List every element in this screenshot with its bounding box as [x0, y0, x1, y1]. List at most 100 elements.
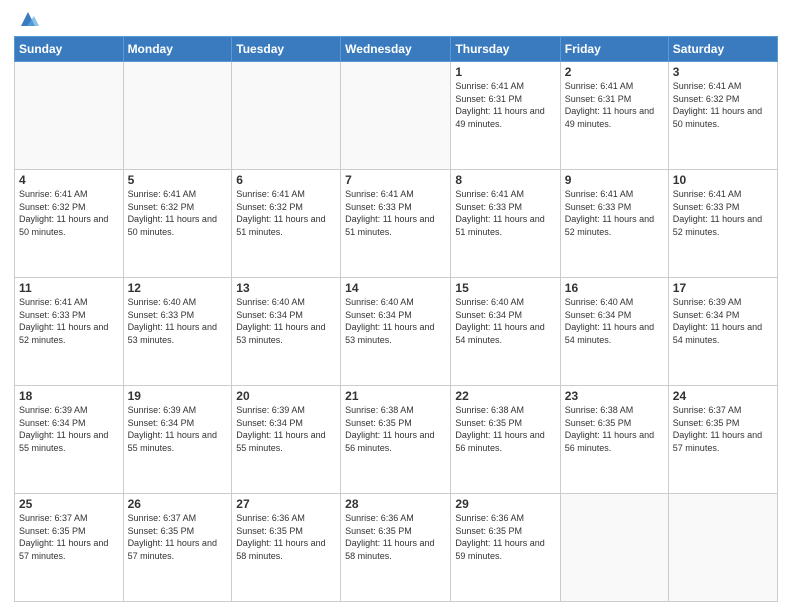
calendar-cell — [15, 62, 124, 170]
day-info: Sunrise: 6:36 AM Sunset: 6:35 PM Dayligh… — [455, 512, 555, 562]
calendar-cell — [560, 494, 668, 602]
weekday-tuesday: Tuesday — [232, 37, 341, 62]
day-info: Sunrise: 6:41 AM Sunset: 6:33 PM Dayligh… — [673, 188, 773, 238]
calendar-cell: 1Sunrise: 6:41 AM Sunset: 6:31 PM Daylig… — [451, 62, 560, 170]
day-number: 26 — [128, 497, 228, 511]
day-number: 9 — [565, 173, 664, 187]
day-info: Sunrise: 6:41 AM Sunset: 6:33 PM Dayligh… — [455, 188, 555, 238]
calendar-cell: 2Sunrise: 6:41 AM Sunset: 6:31 PM Daylig… — [560, 62, 668, 170]
calendar-cell: 7Sunrise: 6:41 AM Sunset: 6:33 PM Daylig… — [341, 170, 451, 278]
day-info: Sunrise: 6:37 AM Sunset: 6:35 PM Dayligh… — [19, 512, 119, 562]
calendar-cell: 3Sunrise: 6:41 AM Sunset: 6:32 PM Daylig… — [668, 62, 777, 170]
weekday-thursday: Thursday — [451, 37, 560, 62]
day-number: 24 — [673, 389, 773, 403]
weekday-wednesday: Wednesday — [341, 37, 451, 62]
weekday-monday: Monday — [123, 37, 232, 62]
calendar-cell: 11Sunrise: 6:41 AM Sunset: 6:33 PM Dayli… — [15, 278, 124, 386]
week-row-5: 25Sunrise: 6:37 AM Sunset: 6:35 PM Dayli… — [15, 494, 778, 602]
calendar-cell: 24Sunrise: 6:37 AM Sunset: 6:35 PM Dayli… — [668, 386, 777, 494]
day-info: Sunrise: 6:38 AM Sunset: 6:35 PM Dayligh… — [345, 404, 446, 454]
calendar-cell: 27Sunrise: 6:36 AM Sunset: 6:35 PM Dayli… — [232, 494, 341, 602]
day-info: Sunrise: 6:41 AM Sunset: 6:33 PM Dayligh… — [19, 296, 119, 346]
day-info: Sunrise: 6:41 AM Sunset: 6:32 PM Dayligh… — [236, 188, 336, 238]
calendar-cell: 5Sunrise: 6:41 AM Sunset: 6:32 PM Daylig… — [123, 170, 232, 278]
day-number: 12 — [128, 281, 228, 295]
day-number: 3 — [673, 65, 773, 79]
day-info: Sunrise: 6:37 AM Sunset: 6:35 PM Dayligh… — [673, 404, 773, 454]
logo — [14, 10, 39, 30]
calendar-cell: 10Sunrise: 6:41 AM Sunset: 6:33 PM Dayli… — [668, 170, 777, 278]
day-info: Sunrise: 6:41 AM Sunset: 6:31 PM Dayligh… — [455, 80, 555, 130]
week-row-2: 4 Sunrise: 6:41 AM Sunset: 6:32 PM Daylig… — [15, 170, 778, 278]
calendar-cell: 17Sunrise: 6:39 AM Sunset: 6:34 PM Dayli… — [668, 278, 777, 386]
calendar-cell: 6Sunrise: 6:41 AM Sunset: 6:32 PM Daylig… — [232, 170, 341, 278]
weekday-header-row: SundayMondayTuesdayWednesdayThursdayFrid… — [15, 37, 778, 62]
calendar-cell: 18Sunrise: 6:39 AM Sunset: 6:34 PM Dayli… — [15, 386, 124, 494]
day-info: Sunrise: 6:41 AM Sunset: 6:32 PM Dayligh… — [128, 188, 228, 238]
day-info: Sunrise: 6:39 AM Sunset: 6:34 PM Dayligh… — [673, 296, 773, 346]
day-number: 7 — [345, 173, 446, 187]
day-number: 23 — [565, 389, 664, 403]
weekday-sunday: Sunday — [15, 37, 124, 62]
day-number: 25 — [19, 497, 119, 511]
page: SundayMondayTuesdayWednesdayThursdayFrid… — [0, 0, 792, 612]
day-info: Sunrise: 6:36 AM Sunset: 6:35 PM Dayligh… — [345, 512, 446, 562]
day-number: 20 — [236, 389, 336, 403]
calendar-cell: 13Sunrise: 6:40 AM Sunset: 6:34 PM Dayli… — [232, 278, 341, 386]
day-number: 18 — [19, 389, 119, 403]
day-number: 13 — [236, 281, 336, 295]
day-number: 16 — [565, 281, 664, 295]
calendar-cell — [341, 62, 451, 170]
day-number: 6 — [236, 173, 336, 187]
calendar-cell: 9Sunrise: 6:41 AM Sunset: 6:33 PM Daylig… — [560, 170, 668, 278]
calendar-cell: 19Sunrise: 6:39 AM Sunset: 6:34 PM Dayli… — [123, 386, 232, 494]
day-number: 8 — [455, 173, 555, 187]
day-number: 21 — [345, 389, 446, 403]
calendar-cell — [232, 62, 341, 170]
week-row-1: 1Sunrise: 6:41 AM Sunset: 6:31 PM Daylig… — [15, 62, 778, 170]
calendar-cell: 21Sunrise: 6:38 AM Sunset: 6:35 PM Dayli… — [341, 386, 451, 494]
day-number: 27 — [236, 497, 336, 511]
logo-icon — [17, 8, 39, 30]
day-number: 15 — [455, 281, 555, 295]
day-info: Sunrise: 6:40 AM Sunset: 6:34 PM Dayligh… — [565, 296, 664, 346]
day-number: 4 — [19, 173, 119, 187]
calendar-cell: 25Sunrise: 6:37 AM Sunset: 6:35 PM Dayli… — [15, 494, 124, 602]
calendar: SundayMondayTuesdayWednesdayThursdayFrid… — [14, 36, 778, 602]
day-info: Sunrise: 6:41 AM Sunset: 6:33 PM Dayligh… — [345, 188, 446, 238]
day-number: 1 — [455, 65, 555, 79]
day-info: Sunrise: 6:39 AM Sunset: 6:34 PM Dayligh… — [236, 404, 336, 454]
calendar-cell: 20Sunrise: 6:39 AM Sunset: 6:34 PM Dayli… — [232, 386, 341, 494]
day-info: Sunrise: 6:40 AM Sunset: 6:33 PM Dayligh… — [128, 296, 228, 346]
day-number: 28 — [345, 497, 446, 511]
calendar-cell: 28Sunrise: 6:36 AM Sunset: 6:35 PM Dayli… — [341, 494, 451, 602]
day-info: Sunrise: 6:39 AM Sunset: 6:34 PM Dayligh… — [19, 404, 119, 454]
calendar-cell: 15Sunrise: 6:40 AM Sunset: 6:34 PM Dayli… — [451, 278, 560, 386]
header — [14, 10, 778, 30]
day-number: 10 — [673, 173, 773, 187]
day-number: 19 — [128, 389, 228, 403]
day-number: 5 — [128, 173, 228, 187]
calendar-cell: 14Sunrise: 6:40 AM Sunset: 6:34 PM Dayli… — [341, 278, 451, 386]
day-info: Sunrise: 6:41 AM Sunset: 6:31 PM Dayligh… — [565, 80, 664, 130]
day-number: 2 — [565, 65, 664, 79]
day-info: Sunrise: 6:37 AM Sunset: 6:35 PM Dayligh… — [128, 512, 228, 562]
calendar-cell — [668, 494, 777, 602]
day-number: 29 — [455, 497, 555, 511]
day-info: Sunrise: 6:38 AM Sunset: 6:35 PM Dayligh… — [565, 404, 664, 454]
calendar-cell: 12Sunrise: 6:40 AM Sunset: 6:33 PM Dayli… — [123, 278, 232, 386]
day-info: Sunrise: 6:36 AM Sunset: 6:35 PM Dayligh… — [236, 512, 336, 562]
day-info: Sunrise: 6:41 AM Sunset: 6:33 PM Dayligh… — [565, 188, 664, 238]
day-info: Sunrise: 6:38 AM Sunset: 6:35 PM Dayligh… — [455, 404, 555, 454]
day-info: Sunrise: 6:41 AM Sunset: 6:32 PM Dayligh… — [673, 80, 773, 130]
day-info: Sunrise: 6:39 AM Sunset: 6:34 PM Dayligh… — [128, 404, 228, 454]
weekday-saturday: Saturday — [668, 37, 777, 62]
calendar-cell — [123, 62, 232, 170]
day-number: 22 — [455, 389, 555, 403]
calendar-cell: 8Sunrise: 6:41 AM Sunset: 6:33 PM Daylig… — [451, 170, 560, 278]
calendar-cell: 16Sunrise: 6:40 AM Sunset: 6:34 PM Dayli… — [560, 278, 668, 386]
day-info: Sunrise: 6:40 AM Sunset: 6:34 PM Dayligh… — [455, 296, 555, 346]
day-info: Sunrise: 6:40 AM Sunset: 6:34 PM Dayligh… — [236, 296, 336, 346]
day-number: 14 — [345, 281, 446, 295]
week-row-4: 18Sunrise: 6:39 AM Sunset: 6:34 PM Dayli… — [15, 386, 778, 494]
